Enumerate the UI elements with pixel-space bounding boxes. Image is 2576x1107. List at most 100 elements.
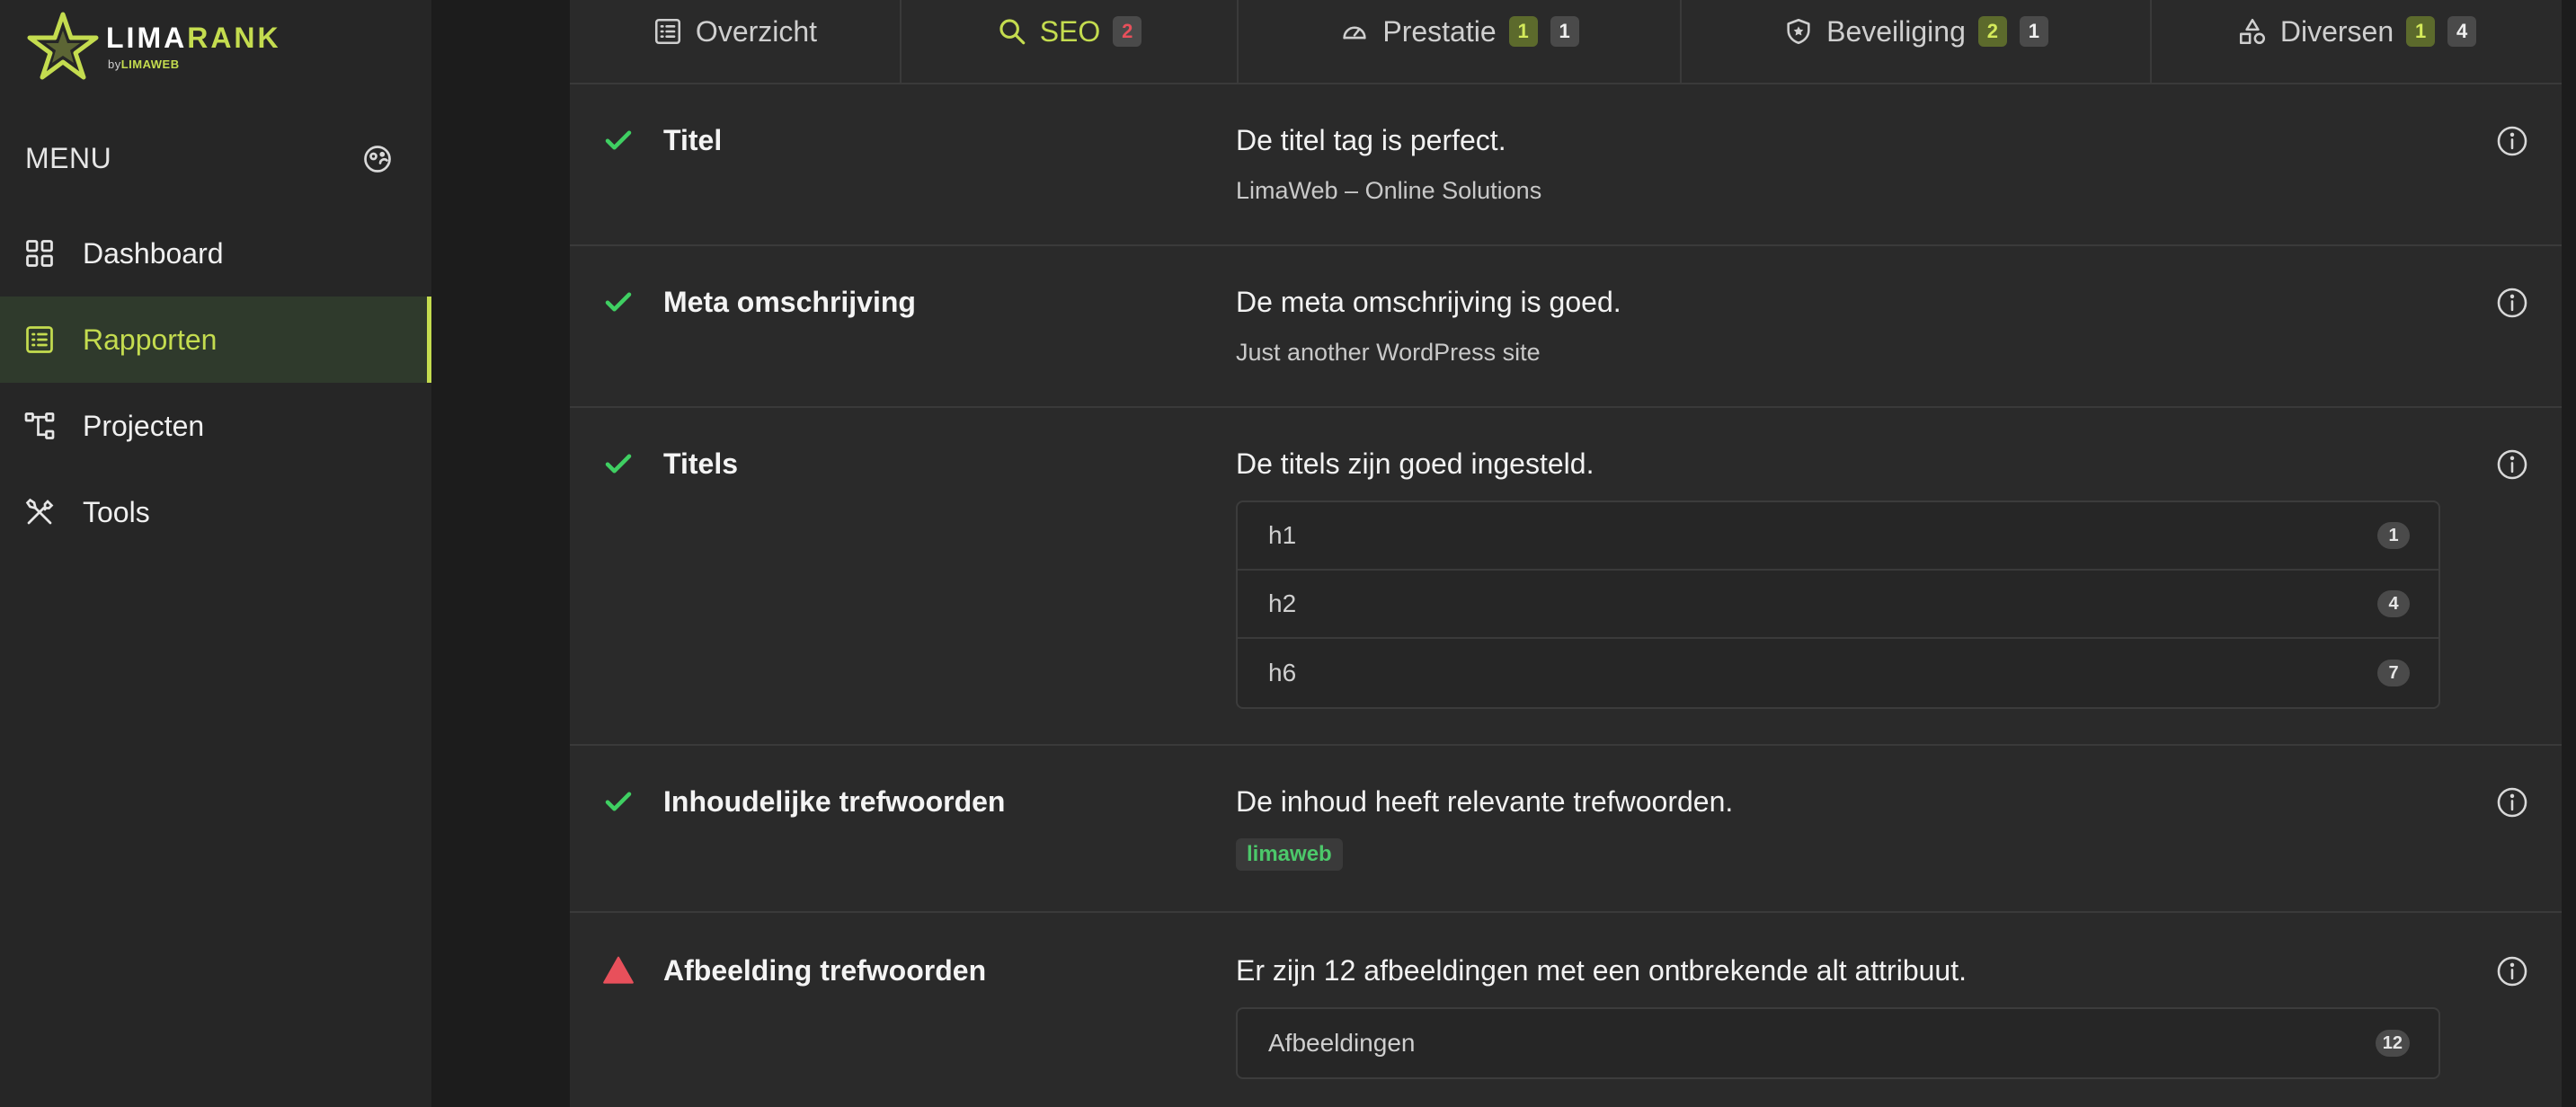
check-icon xyxy=(605,454,632,474)
tab-seo[interactable]: SEO 2 xyxy=(902,0,1239,84)
row-status xyxy=(602,286,635,323)
sidebar-item-label: Dashboard xyxy=(83,236,224,270)
check-body: Er zijn 12 afbeeldingen met een ontbreke… xyxy=(1236,954,2440,1079)
report-panel: Overzicht SEO 2 Prestatie 1 1 Beveiligin… xyxy=(570,0,2562,1107)
brand-sub-prefix: by xyxy=(108,57,121,71)
check-message: De inhoud heeft relevante trefwoorden. xyxy=(1236,785,1734,818)
list-item-count: 1 xyxy=(2377,522,2410,549)
tree-icon xyxy=(24,412,55,439)
sidebar-nav: Dashboard Rapporten Projecten Tools xyxy=(0,210,431,555)
tab-label: Prestatie xyxy=(1382,14,1497,48)
check-title: Inhoudelijke trefwoorden xyxy=(663,785,1006,818)
list-item-label: Afbeeldingen xyxy=(1268,1029,1416,1057)
list-item: h1 1 xyxy=(1238,502,2438,571)
list-item-label: h1 xyxy=(1268,521,1297,549)
check-body: De inhoud heeft relevante trefwoorden. l… xyxy=(1236,785,2440,871)
check-body: De titel tag is perfect. LimaWeb – Onlin… xyxy=(1236,124,2440,205)
keyword-tag: limaweb xyxy=(1236,838,1343,871)
list-item-label: h6 xyxy=(1268,659,1297,686)
check-detail: Just another WordPress site xyxy=(1236,339,1541,366)
list-item: h6 7 xyxy=(1238,639,2438,707)
sidebar-item-label: Projecten xyxy=(83,409,205,442)
brand-sub: byLIMAWEB xyxy=(108,58,281,71)
star-logo-icon xyxy=(27,12,99,80)
sidebar-item-tools[interactable]: Tools xyxy=(0,469,431,555)
check-detail: LimaWeb – Online Solutions xyxy=(1236,177,1542,204)
notice-count-badge: 4 xyxy=(2447,16,2477,47)
check-row-titels: Titels De titels zijn goed ingesteld. h1… xyxy=(570,408,2562,746)
gauge-icon xyxy=(1343,26,1366,40)
info-icon[interactable] xyxy=(2495,286,2529,320)
shapes-icon xyxy=(2239,18,2265,45)
row-status xyxy=(602,785,635,822)
tab-label: SEO xyxy=(1039,14,1101,48)
tab-diversen[interactable]: Diversen 1 4 xyxy=(2152,0,2562,84)
check-row-titel: Titel De titel tag is perfect. LimaWeb –… xyxy=(570,84,2562,246)
sidebar-item-dashboard[interactable]: Dashboard xyxy=(0,210,431,297)
content-gutter xyxy=(431,0,570,1107)
image-list: Afbeeldingen 12 xyxy=(1236,1007,2440,1079)
list-item-count: 4 xyxy=(2377,590,2410,617)
brand-logo[interactable]: LIMARANK byLIMAWEB xyxy=(27,11,281,83)
check-message: De meta omschrijving is goed. xyxy=(1236,286,1621,318)
warning-count-badge: 1 xyxy=(1508,16,1538,47)
check-message: De titel tag is perfect. xyxy=(1236,124,1506,156)
tools-icon xyxy=(25,498,54,525)
notice-count-badge: 1 xyxy=(1550,16,1579,47)
list-icon xyxy=(654,18,680,45)
shield-icon xyxy=(1787,18,1810,45)
heading-list: h1 1 h2 4 h6 7 xyxy=(1236,500,2440,709)
warning-count-badge: 2 xyxy=(1977,16,2007,47)
palette-icon[interactable] xyxy=(361,143,394,175)
notice-count-badge: 1 xyxy=(2019,16,2048,47)
info-icon[interactable] xyxy=(2495,954,2529,988)
tab-label: Overzicht xyxy=(695,14,818,48)
row-status xyxy=(602,954,635,991)
sidebar: LIMARANK byLIMAWEB MENU Dashboard Rappor… xyxy=(0,0,431,1107)
tab-prestatie[interactable]: Prestatie 1 1 xyxy=(1239,0,1682,84)
check-body: De meta omschrijving is goed. Just anoth… xyxy=(1236,286,2440,367)
brand-name-part2: RANK xyxy=(187,21,281,54)
list-item-count: 7 xyxy=(2377,660,2410,686)
row-status xyxy=(602,447,635,484)
check-row-meta-omschrijving: Meta omschrijving De meta omschrijving i… xyxy=(570,246,2562,408)
sidebar-item-rapporten[interactable]: Rapporten xyxy=(0,297,431,383)
issue-count-badge: 2 xyxy=(1113,16,1142,47)
info-icon[interactable] xyxy=(2495,124,2529,158)
check-icon xyxy=(605,292,632,312)
warning-count-badge: 1 xyxy=(2406,16,2436,47)
check-message: De titels zijn goed ingesteld. xyxy=(1236,447,1594,480)
row-status xyxy=(602,124,635,161)
warning-triangle-icon xyxy=(603,956,634,984)
tab-beveiliging[interactable]: Beveiliging 2 1 xyxy=(1682,0,2152,84)
check-icon xyxy=(605,792,632,811)
search-icon xyxy=(999,19,1026,45)
check-title: Meta omschrijving xyxy=(663,286,916,318)
list-item: Afbeeldingen 12 xyxy=(1238,1009,2438,1077)
list-icon xyxy=(26,326,53,353)
report-tabs: Overzicht SEO 2 Prestatie 1 1 Beveiligin… xyxy=(570,0,2562,84)
list-item-label: h2 xyxy=(1268,589,1297,617)
info-icon[interactable] xyxy=(2495,785,2529,819)
check-title: Titels xyxy=(663,447,738,480)
check-row-inhoudelijke-trefwoorden: Inhoudelijke trefwoorden De inhoud heeft… xyxy=(570,746,2562,913)
sidebar-item-label: Tools xyxy=(83,495,150,528)
brand-name: LIMARANK xyxy=(106,23,281,52)
brand-sub-name: LIMAWEB xyxy=(120,57,180,71)
menu-header: MENU xyxy=(25,142,394,175)
check-row-afbeelding-trefwoorden: Afbeelding trefwoorden Er zijn 12 afbeel… xyxy=(570,913,2562,1107)
tab-overzicht[interactable]: Overzicht xyxy=(570,0,902,84)
tab-label: Beveiliging xyxy=(1826,14,1966,48)
check-body: De titels zijn goed ingesteld. h1 1 h2 4… xyxy=(1236,447,2440,709)
brand-name-part1: LIMA xyxy=(106,21,188,54)
info-icon[interactable] xyxy=(2495,447,2529,482)
grid-icon xyxy=(26,240,53,267)
sidebar-item-label: Rapporten xyxy=(83,323,218,356)
check-title: Afbeelding trefwoorden xyxy=(663,954,987,987)
check-message: Er zijn 12 afbeeldingen met een ontbreke… xyxy=(1236,954,1967,987)
sidebar-item-projecten[interactable]: Projecten xyxy=(0,383,431,469)
check-title: Titel xyxy=(663,124,723,156)
list-item: h2 4 xyxy=(1238,571,2438,639)
menu-title: MENU xyxy=(25,142,112,174)
check-icon xyxy=(605,130,632,150)
